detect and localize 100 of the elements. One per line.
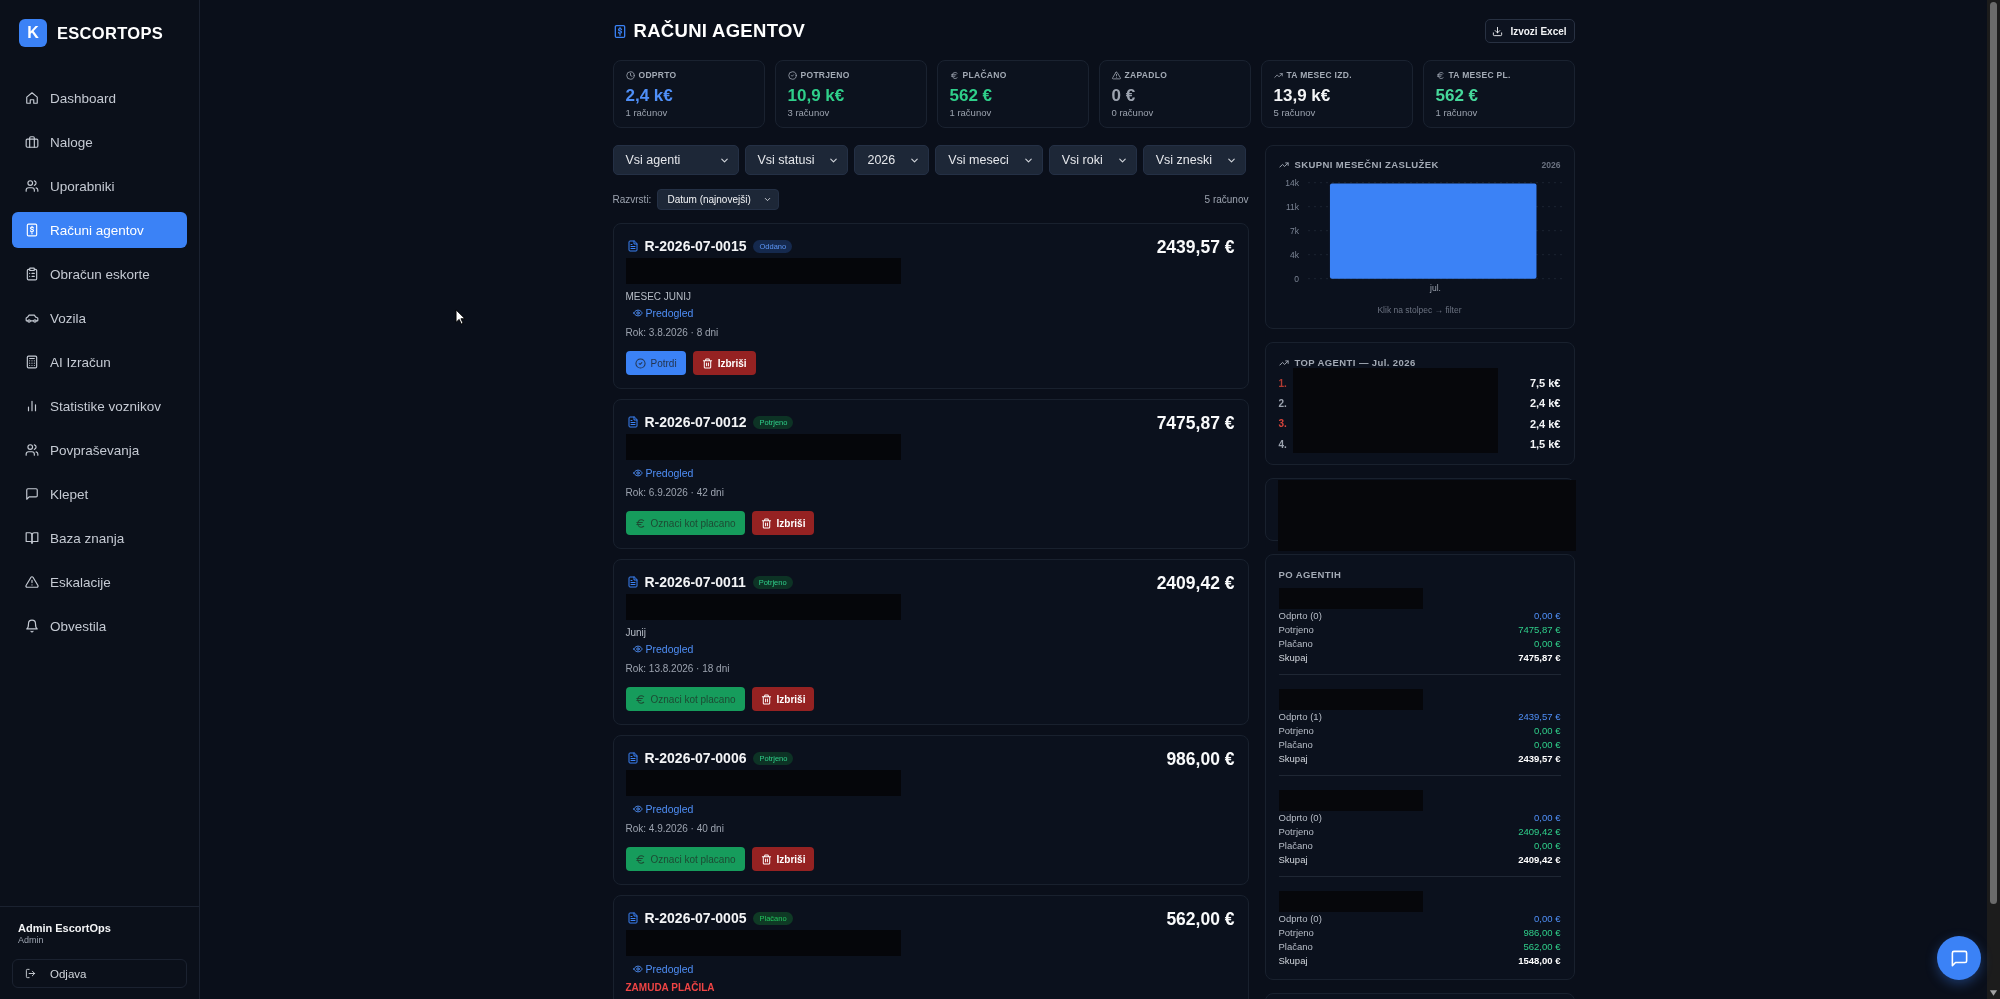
stat-label: POTRJENO [800, 70, 850, 80]
bell-icon [25, 619, 39, 633]
preview-link[interactable]: Predogled [625, 641, 694, 657]
logout-button[interactable]: Odjava [12, 959, 187, 988]
stat-count: 3 računov [787, 107, 831, 119]
invoice-note: MESEC JUNIJ [625, 290, 693, 304]
stat-label: ODPRTO [638, 70, 677, 80]
summary-value: 0,00 € [1534, 724, 1561, 739]
summary-value: 7475,87 € [1518, 651, 1561, 666]
nav-item[interactable]: Uporabniki [12, 168, 187, 204]
summary-label: Skupaj [1278, 752, 1308, 767]
preview-link[interactable]: Predogled [625, 961, 694, 977]
brand-name: ESCORTOPS [57, 23, 163, 43]
chat-bubble-icon [1949, 948, 1969, 968]
dollar-receipt-icon [612, 23, 627, 39]
summary-value: 0,00 € [1534, 839, 1561, 854]
export-button[interactable]: Izvozi Excel [1484, 19, 1575, 43]
filter-select[interactable]: Vsi zneski [1142, 145, 1246, 175]
due-date: Rok: 13.8.2026 · 18 dni [625, 662, 731, 676]
stat-count: 1 računov [949, 107, 993, 119]
preview-link[interactable]: Predogled [625, 801, 694, 817]
nav-item[interactable]: AI Izračun [12, 344, 187, 380]
agent-amount: 1,5 k€ [1529, 438, 1561, 451]
preview-link[interactable]: Predogled [625, 465, 694, 481]
summary-label: Potrjeno [1278, 926, 1314, 941]
nav-item[interactable]: Računi agentov [12, 212, 187, 248]
scrollbar-thumb[interactable] [1990, 2, 1997, 904]
filter-select[interactable]: Vsi meseci [935, 145, 1043, 175]
trash-icon [760, 693, 772, 705]
stat-label: TA MESEC IZD. [1286, 70, 1352, 80]
dollar-receipt-icon [25, 223, 39, 237]
nav-item[interactable]: Baza znanja [12, 520, 187, 556]
app-logo: K [19, 19, 47, 47]
briefcase-icon [25, 135, 39, 149]
stat-value: 13,9 k€ [1273, 85, 1332, 107]
summary-value: 2439,57 € [1518, 752, 1561, 767]
sort-select[interactable]: Datum (najnovejši) [657, 188, 779, 210]
chart-hint: Klik na stolpec → filter [1376, 304, 1463, 316]
trash-icon [760, 517, 772, 529]
calculator-icon [25, 355, 39, 369]
delete-button[interactable]: Izbriši [751, 687, 815, 711]
nav-item[interactable]: Vozila [12, 300, 187, 336]
nav-item[interactable]: Obvestila [12, 608, 187, 644]
nav-item[interactable]: Eskalacije [12, 564, 187, 600]
chat-button[interactable] [1937, 936, 1981, 980]
summary-label: Odprto (0) [1278, 912, 1322, 927]
preview-link[interactable]: Predogled [625, 305, 694, 321]
nav-item[interactable]: Dashboard [12, 80, 187, 116]
users-icon [25, 179, 39, 193]
y-axis-label: 14k [1284, 177, 1299, 188]
trending-up-icon [1278, 357, 1289, 368]
filter-select[interactable]: 2026 [854, 145, 930, 175]
rank-number: 2. [1278, 397, 1287, 409]
summary-value: 7475,87 € [1518, 623, 1561, 638]
document-icon [626, 576, 639, 588]
nav-item[interactable]: Klepet [12, 476, 187, 512]
invoice-amount: 562,00 € [1166, 908, 1235, 930]
y-axis-label: 4k [1289, 249, 1299, 260]
euro-icon [949, 70, 959, 80]
nav-item[interactable]: Obračun eskorte [12, 256, 187, 292]
nav-item[interactable]: Povpraševanja [12, 432, 187, 468]
due-date: Rok: 3.8.2026 · 8 dni [625, 326, 720, 340]
overdue-label: ZAMUDA PLAČILA [625, 980, 716, 995]
agent-amount: 2,4 k€ [1529, 397, 1561, 410]
invoice-number: R-2026-07-0011 [644, 574, 746, 590]
confirm-button[interactable]: Potrdi [625, 351, 686, 375]
eye-icon [632, 804, 643, 814]
summary-label: Plačano [1278, 637, 1313, 652]
warning-icon [25, 575, 39, 589]
user-name: Admin EscortOps [17, 921, 112, 935]
scroll-down-arrow-icon[interactable] [1989, 990, 1998, 996]
section-title: PO AGENTIH [1278, 568, 1343, 582]
nav-item[interactable]: Naloge [12, 124, 187, 160]
y-axis-label: 0 [1293, 273, 1299, 284]
eye-icon [632, 308, 643, 318]
summary-value: 2439,57 € [1518, 710, 1561, 725]
stat-value: 10,9 k€ [787, 85, 846, 107]
delete-button[interactable]: Izbriši [751, 847, 815, 871]
document-icon [626, 752, 639, 764]
eye-icon [632, 644, 643, 654]
filter-select[interactable]: Vsi statusi [744, 145, 849, 175]
nav-item[interactable]: Statistike voznikov [12, 388, 187, 424]
y-axis-label: 11k [1285, 201, 1299, 212]
summary-value: 0,00 € [1534, 738, 1561, 753]
result-count: 5 računov [1204, 193, 1249, 205]
filter-select[interactable]: Vsi agenti [612, 145, 739, 175]
summary-value: 1548,00 € [1518, 954, 1561, 969]
open-book-icon [25, 531, 39, 545]
logout-icon [25, 968, 36, 979]
summary-value: 0,00 € [1534, 811, 1561, 826]
filter-select[interactable]: Vsi roki [1048, 145, 1137, 175]
delete-button[interactable]: Izbriši [751, 511, 815, 535]
summary-label: Potrjeno [1278, 825, 1314, 840]
summary-label: Skupaj [1278, 651, 1308, 666]
eye-icon [632, 468, 643, 478]
rank-number: 3. [1278, 418, 1287, 430]
delete-button[interactable]: Izbriši [692, 351, 756, 375]
trash-icon [760, 853, 772, 865]
summary-label: Plačano [1278, 839, 1313, 854]
invoice-number: R-2026-07-0015 [644, 238, 747, 254]
